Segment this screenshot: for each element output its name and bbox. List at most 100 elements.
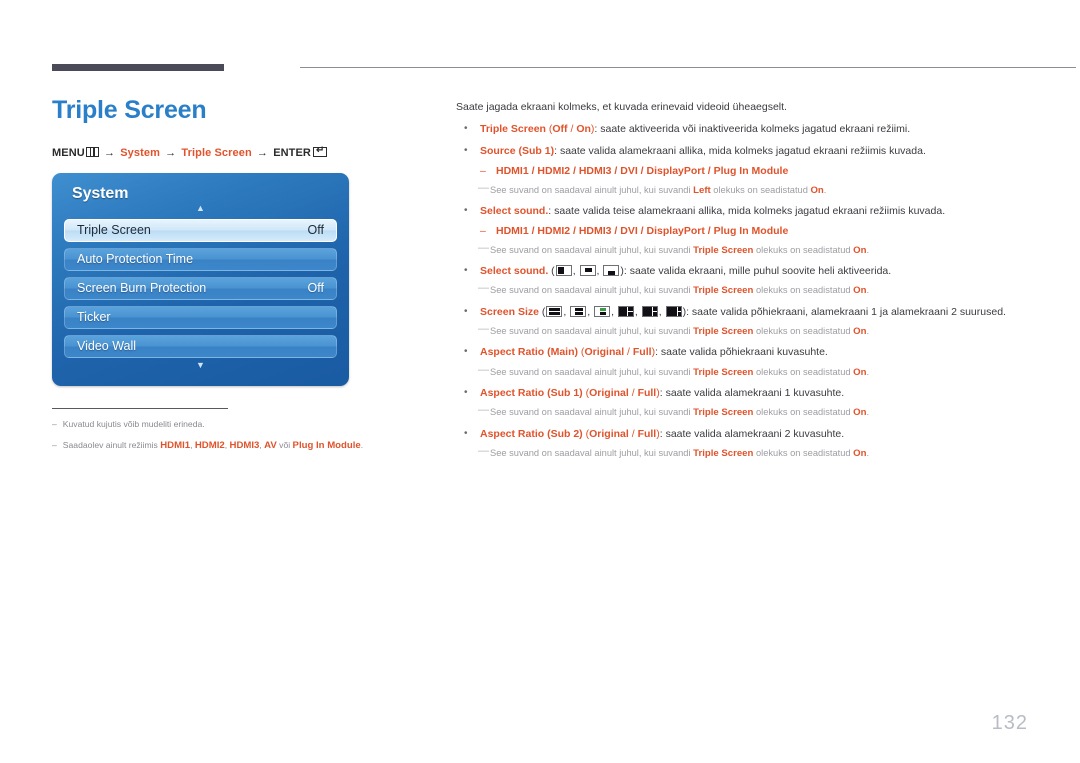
footnote-sep-4: või <box>276 440 293 451</box>
term-source-sub-1: Source (Sub 1) <box>480 145 555 158</box>
osd-row-label: Triple Screen <box>77 223 151 238</box>
note-state: On <box>853 366 867 378</box>
list-item-text: Triple Screen (Off / On): saate aktiveer… <box>480 122 1036 137</box>
footnote-divider <box>52 407 228 409</box>
bullet-marker: • <box>464 123 468 135</box>
note-mid: olekuks on seadistatud <box>753 447 854 458</box>
menu-path-enter-label: ENTER <box>273 146 311 159</box>
osd-row-screen-burn-protection[interactable]: Screen Burn Protection Off <box>64 276 337 300</box>
term-select-sound: Select sound. <box>480 205 549 218</box>
footnote-mode-hdmi3: HDMI3 <box>229 440 260 452</box>
source-options: HDMI1 / HDMI2 / HDMI3 / DVI / DisplayPor… <box>496 224 789 237</box>
right-column: Saate jagada ekraani kolmeks, et kuvada … <box>456 100 1036 460</box>
osd-row-video-wall[interactable]: Video Wall <box>64 334 337 358</box>
note-pre: See suvand on saadaval ainult juhul, kui… <box>490 326 694 337</box>
osd-row-ticker[interactable]: Ticker <box>64 305 337 329</box>
list-item-text: Select sound. (, , ): saate valida ekraa… <box>480 264 1036 279</box>
note-state: On <box>853 285 867 297</box>
split-horizontal-small-icon <box>594 305 611 317</box>
inline-note: — See suvand on saadaval ainult juhul, k… <box>456 404 1036 419</box>
source-options: HDMI1 / HDMI2 / HDMI3 / DVI / DisplayPor… <box>496 164 789 177</box>
note-text: See suvand on saadaval ainult juhul, kui… <box>490 244 1036 257</box>
option-full: Full <box>637 427 657 440</box>
note-mid: olekuks on seadistatud <box>753 244 854 255</box>
icon-group-open: ( <box>548 265 555 278</box>
screen-top-highlight-icon <box>579 265 596 277</box>
note-term: Triple Screen <box>693 244 754 256</box>
note-text: See suvand on saadaval ainult juhul, kui… <box>490 447 1036 460</box>
page-number: 132 <box>991 712 1028 734</box>
header-rule <box>52 64 1076 72</box>
icon-sep: , <box>611 305 617 318</box>
sub-list-item: – HDMI1 / HDMI2 / HDMI3 / DVI / DisplayP… <box>456 164 1036 179</box>
note-marker: — <box>478 282 489 295</box>
icon-sep: , <box>634 305 641 318</box>
note-mid: olekuks on seadistatud <box>753 326 854 337</box>
header-rule-thin <box>300 67 1076 68</box>
bullet-marker: • <box>464 205 468 217</box>
note-mid: olekuks on seadistatud <box>710 184 811 195</box>
sub-list-item: – HDMI1 / HDMI2 / HDMI3 / DVI / DisplayP… <box>456 224 1036 239</box>
list-item-text: Source (Sub 1): saate valida alamekraani… <box>480 144 1036 159</box>
note-post: . <box>823 184 827 195</box>
note-state: On <box>853 244 867 256</box>
term-aspect-ratio-sub-2: Aspect Ratio (Sub 2) <box>480 427 583 440</box>
note-marker: — <box>478 444 489 457</box>
footnote-suffix: . <box>360 440 364 451</box>
note-term: Left <box>693 184 711 196</box>
option-sep: / <box>628 427 638 440</box>
option-full: Full <box>637 387 657 400</box>
note-text: See suvand on saadaval ainult juhul, kui… <box>490 284 1036 297</box>
note-marker: — <box>478 404 489 417</box>
footnote-text: Saadaolev ainult režiimis HDMI1, HDMI2, … <box>63 440 363 453</box>
osd-row-auto-protection-time[interactable]: Auto Protection Time <box>64 247 337 271</box>
osd-panel-title: System <box>72 184 129 202</box>
note-term: Triple Screen <box>693 407 754 419</box>
note-mid: olekuks on seadistatud <box>753 285 854 296</box>
footnote-dash: – <box>52 440 57 451</box>
list-item-text: Aspect Ratio (Main) (Original / Full): s… <box>480 345 1036 360</box>
note-post: . <box>866 244 870 255</box>
note-state: On <box>810 184 824 196</box>
note-post: . <box>866 407 870 418</box>
list-item: • Triple Screen (Off / On): saate aktive… <box>456 122 1036 137</box>
inline-note: — See suvand on saadaval ainult juhul, k… <box>456 282 1036 297</box>
menu-path-arrow-2: → <box>165 146 177 159</box>
osd-row-triple-screen[interactable]: Triple Screen Off <box>64 218 337 242</box>
list-item: • Aspect Ratio (Main) (Original / Full):… <box>456 345 1036 360</box>
dash-marker: – <box>480 224 486 237</box>
scroll-up-icon[interactable]: ▲ <box>64 203 337 213</box>
scroll-down-icon[interactable]: ▼ <box>64 360 337 370</box>
option-original: Original <box>589 387 629 400</box>
list-item-text: Screen Size (, , , , , ): saate valida p… <box>480 305 1036 320</box>
term-select-sound: Select sound. <box>480 265 549 278</box>
icon-sep: , <box>563 305 570 318</box>
manual-page: Triple Screen MENU → System → Triple Scr… <box>0 0 1080 763</box>
note-state: On <box>853 407 867 419</box>
term-aspect-ratio-sub-1: Aspect Ratio (Sub 1) <box>480 387 583 400</box>
note-term: Triple Screen <box>693 366 754 378</box>
icon-sep: , <box>596 265 603 278</box>
list-item-text: Aspect Ratio (Sub 2) (Original / Full): … <box>480 427 1036 442</box>
note-mid: olekuks on seadistatud <box>753 366 854 377</box>
note-term: Triple Screen <box>693 447 754 459</box>
option-sep: / <box>628 387 638 400</box>
menu-path-menu-label: MENU <box>52 146 85 159</box>
bullet-marker: • <box>464 265 468 277</box>
osd-row-label: Ticker <box>77 310 111 325</box>
footnote-mode-plug-in-module: Plug In Module <box>292 440 361 452</box>
item-description: : saate valida põhiekraani, alamekraani … <box>686 305 1006 318</box>
screen-bottom-highlight-icon <box>603 265 620 277</box>
menu-path-system: System <box>120 146 160 159</box>
bullet-marker: • <box>464 145 468 157</box>
list-item: • Source (Sub 1): saate valida alamekraa… <box>456 144 1036 159</box>
note-pre: See suvand on saadaval ainult juhul, kui… <box>490 366 694 377</box>
note-post: . <box>866 447 870 458</box>
note-pre: See suvand on saadaval ainult juhul, kui… <box>490 244 694 255</box>
note-pre: See suvand on saadaval ainult juhul, kui… <box>490 447 694 458</box>
screen-left-highlight-icon <box>555 265 572 277</box>
menu-path-arrow-3: → <box>256 146 269 159</box>
list-item: • Aspect Ratio (Sub 1) (Original / Full)… <box>456 386 1036 401</box>
split-main-left-widest-icon <box>665 305 682 317</box>
dash-marker: – <box>480 164 486 177</box>
